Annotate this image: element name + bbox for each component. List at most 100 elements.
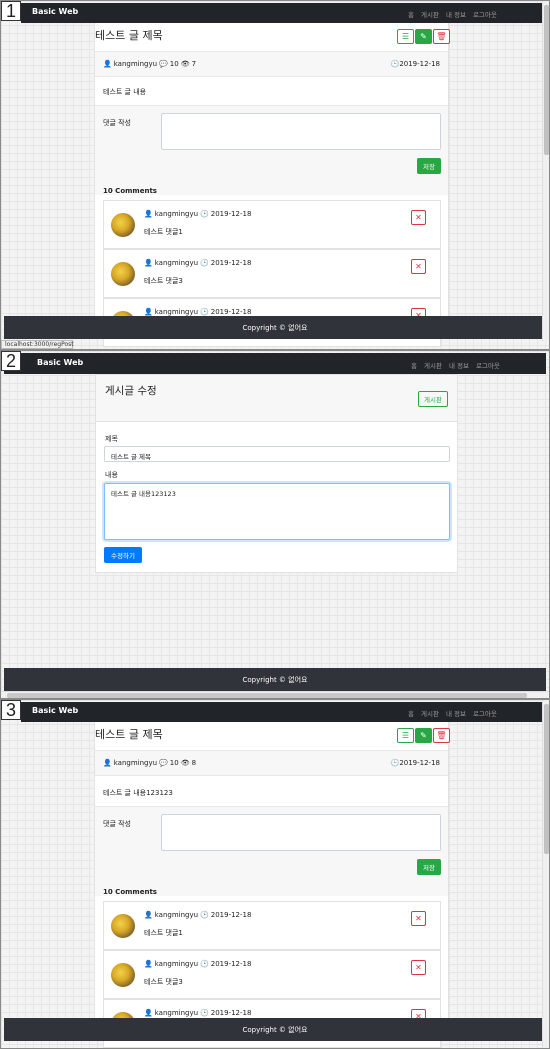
user-icon: 👤	[144, 910, 153, 919]
user-icon: 👤	[144, 209, 153, 218]
comment-meta: 👤 kangmingyu 🕒 2019-12-18	[144, 1009, 251, 1017]
nav-board[interactable]: 게시판	[424, 360, 442, 370]
comment-item: 👤 kangmingyu 🕒 2019-12-18 테스트 댓글1 ✕	[103, 200, 441, 249]
submit-button[interactable]: 수정하기	[104, 547, 142, 563]
comment-date: 2019-12-18	[210, 1009, 252, 1017]
nav-my-info[interactable]: 내 정보	[446, 9, 466, 19]
scroll-thumb[interactable]	[544, 5, 549, 155]
brand-link[interactable]: Basic Web	[32, 706, 78, 715]
nav-board[interactable]: 게시판	[421, 9, 439, 19]
post-comment-count: 10	[169, 759, 179, 767]
comment-form-label: 댓글 작성	[103, 820, 131, 828]
comment-item: 👤 kangmingyu 🕒 2019-12-18 테스트 댓글3 ✕	[103, 249, 441, 298]
comment-form: 댓글 작성 저장	[95, 806, 448, 896]
user-icon: 👤	[144, 959, 153, 968]
comment-author: kangmingyu	[154, 911, 199, 919]
nav-links: 홈 게시판 내 정보 로그아웃	[411, 360, 500, 370]
comment-save-button[interactable]: 저장	[417, 859, 441, 875]
brand-link[interactable]: Basic Web	[32, 7, 78, 16]
step-number: 1	[1, 1, 21, 21]
times-icon: ✕	[415, 914, 422, 923]
edit-header: 게시글 수정 게시판	[95, 374, 458, 422]
times-icon: ✕	[415, 213, 422, 222]
post-title: 테스트 글 제목	[95, 728, 163, 741]
step-number: 2	[1, 351, 21, 371]
content-textarea[interactable]: 테스트 글 내용123123	[104, 483, 450, 540]
nav-my-info[interactable]: 내 정보	[446, 708, 466, 718]
post-author: kangmingyu	[113, 60, 158, 68]
post-meta: 👤 kangmingyu 💬 10 👁 8 🕒2019-12-18	[95, 750, 448, 776]
comment-icon: 💬	[159, 59, 168, 68]
list-button[interactable]: ☰	[397, 29, 414, 44]
comment-textarea[interactable]	[161, 814, 441, 851]
screenshot-panel-2: 2 Basic Web 홈 게시판 내 정보 로그아웃 게시글 수정 게시판 제…	[0, 350, 550, 699]
horizontal-scrollbar[interactable]	[1, 691, 549, 698]
scroll-thumb[interactable]	[7, 693, 527, 698]
comment-text: 테스트 댓글1	[144, 228, 183, 236]
list-button[interactable]: ☰	[397, 728, 414, 743]
comment-delete-button[interactable]: ✕	[411, 960, 426, 975]
post-views: 7	[191, 60, 197, 68]
nav-my-info[interactable]: 내 정보	[449, 360, 469, 370]
post-content: 테스트 글 내용	[103, 88, 147, 96]
edit-button[interactable]: ✎	[415, 29, 432, 44]
content-label: 내용	[105, 471, 118, 479]
navbar: Basic Web 홈 게시판 내 정보 로그아웃	[21, 702, 543, 722]
nav-board[interactable]: 게시판	[421, 708, 439, 718]
nav-logout[interactable]: 로그아웃	[476, 360, 500, 370]
comment-meta: 👤 kangmingyu 🕒 2019-12-18	[144, 308, 251, 316]
trash-icon: 🗑	[436, 32, 447, 41]
nav-logout[interactable]: 로그아웃	[473, 9, 497, 19]
scroll-thumb[interactable]	[544, 704, 549, 854]
nav-home[interactable]: 홈	[408, 708, 414, 718]
list-icon: ☰	[401, 731, 410, 740]
post-date: 2019-12-18	[399, 60, 440, 68]
title-input[interactable]: 테스트 글 제목	[104, 446, 450, 462]
nav-home[interactable]: 홈	[408, 9, 414, 19]
edit-button[interactable]: ✎	[415, 728, 432, 743]
nav-logout[interactable]: 로그아웃	[473, 708, 497, 718]
nav-home[interactable]: 홈	[411, 360, 417, 370]
comment-delete-button[interactable]: ✕	[411, 210, 426, 225]
vertical-scrollbar[interactable]	[542, 1, 549, 341]
avatar	[111, 262, 135, 286]
delete-button[interactable]: 🗑	[433, 728, 450, 743]
comment-text: 테스트 댓글1	[144, 929, 183, 937]
post-date-wrap: 🕒2019-12-18	[391, 759, 440, 767]
comment-text: 테스트 댓글3	[144, 277, 183, 285]
comment-save-button[interactable]: 저장	[417, 158, 441, 174]
navbar: Basic Web 홈 게시판 내 정보 로그아웃	[21, 3, 543, 23]
comment-author: kangmingyu	[154, 308, 199, 316]
comment-item: 👤 kangmingyu 🕒 2019-12-18 테스트 댓글1 ✕	[103, 901, 441, 950]
edit-icon: ✎	[420, 731, 427, 740]
nav-links: 홈 게시판 내 정보 로그아웃	[408, 708, 497, 718]
clock-icon: 🕒	[200, 910, 209, 919]
delete-button[interactable]: 🗑	[433, 29, 450, 44]
post-author: kangmingyu	[113, 759, 158, 767]
post-meta-left: 👤 kangmingyu 💬 10 👁 7	[103, 60, 196, 68]
step-number: 3	[1, 700, 21, 720]
board-button[interactable]: 게시판	[418, 391, 448, 407]
comment-meta: 👤 kangmingyu 🕒 2019-12-18	[144, 911, 251, 919]
comment-textarea[interactable]	[161, 113, 441, 150]
brand-link[interactable]: Basic Web	[37, 358, 83, 367]
edit-form: 제목 테스트 글 제목 내용 테스트 글 내용123123 수정하기	[95, 422, 458, 573]
comment-icon: 💬	[159, 758, 168, 767]
avatar	[111, 914, 135, 938]
comment-author: kangmingyu	[154, 210, 199, 218]
user-icon: 👤	[103, 59, 112, 68]
edit-heading: 게시글 수정	[105, 385, 157, 397]
vertical-scrollbar[interactable]	[542, 700, 549, 1048]
comment-author: kangmingyu	[154, 259, 199, 267]
comment-form-label: 댓글 작성	[103, 119, 131, 127]
comment-author: kangmingyu	[154, 1009, 199, 1017]
comment-delete-button[interactable]: ✕	[411, 259, 426, 274]
comment-meta: 👤 kangmingyu 🕒 2019-12-18	[144, 960, 251, 968]
clock-icon: 🕒	[200, 307, 209, 316]
nav-links: 홈 게시판 내 정보 로그아웃	[408, 9, 497, 19]
clock-icon: 🕒	[200, 258, 209, 267]
post-date-wrap: 🕒2019-12-18	[391, 60, 440, 68]
screenshot-panel-1: 1 Basic Web 홈 게시판 내 정보 로그아웃 테스트 글 제목 ☰ ✎…	[0, 0, 550, 350]
footer: Copyright © 없어요	[4, 316, 546, 339]
comment-delete-button[interactable]: ✕	[411, 911, 426, 926]
